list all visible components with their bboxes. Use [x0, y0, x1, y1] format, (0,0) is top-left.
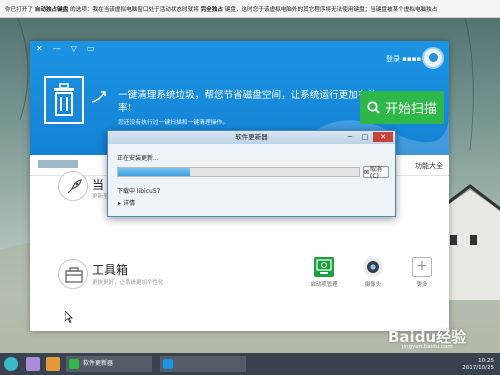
login-label: 登录 [386, 55, 400, 63]
rocket-icon [58, 171, 88, 201]
avatar[interactable] [422, 47, 444, 69]
camera-label: 摄像头 [364, 282, 382, 288]
dialog-minimize-icon[interactable]: ─ [343, 132, 357, 142]
cleaner-taskbar-icon [163, 359, 173, 369]
updater-taskbar-icon [69, 359, 79, 369]
notice-text-1: 你已打开了 [5, 6, 33, 13]
window-controls: ✕ — ▽ ▭ [36, 44, 94, 53]
magnifier-icon [367, 101, 380, 114]
toolbox-subtitle: 更快更好，让系统更加个性化 [92, 280, 164, 286]
dialog-maximize-icon[interactable]: □ [358, 132, 372, 142]
tab-all-features[interactable]: 功能大全 [415, 161, 443, 171]
taskbar-item-cleaner[interactable] [160, 356, 246, 372]
minimize-icon[interactable]: — [53, 44, 61, 53]
more-label: 更多 [416, 282, 428, 288]
camera-tool[interactable]: 摄像头 [358, 257, 388, 288]
startup-manager-label: 启动项管理 [310, 282, 338, 288]
subline: 您还没有执行过一键扫描和一键清理操作。 [118, 120, 229, 126]
cancel-button[interactable]: ⊠ 取消(C) [363, 166, 389, 180]
app-launcher-icon[interactable] [46, 357, 60, 371]
taskbar: 软件更新器 10:25 2017/10/25 [0, 353, 500, 375]
more-tools[interactable]: + 更多 [407, 257, 437, 288]
dialog-close-icon[interactable]: ✕ [373, 132, 393, 142]
trash-icon [44, 76, 84, 124]
close-icon[interactable]: ✕ [36, 44, 43, 53]
start-scan-button[interactable]: 开始扫描 [360, 91, 444, 124]
mouse-cursor-icon [64, 310, 73, 325]
expand-triangle-icon: ▸ [118, 200, 122, 207]
dialog-title: 软件更新器 [235, 133, 268, 141]
webcam-icon [363, 257, 383, 277]
start-menu-icon[interactable] [4, 357, 18, 371]
plus-icon: + [412, 257, 432, 277]
details-label: 详情 [122, 200, 135, 207]
menu-icon[interactable]: ▽ [71, 44, 77, 53]
clock-date: 2017/10/25 [462, 365, 494, 371]
notice-text-2: 自动独占键盘 [34, 6, 69, 13]
power-icon [314, 257, 334, 277]
taskbar-item-label: 软件更新器 [83, 360, 114, 367]
login-link[interactable]: 登录 ▪▪▪▪ [386, 54, 421, 64]
install-status: 正在安装更新... [117, 155, 159, 162]
dialog-titlebar: 软件更新器 ─ □ ✕ [108, 131, 395, 144]
arrow-decoration-icon [91, 91, 106, 103]
headline: 一键清理系统垃圾，帮您节省磁盘空间，让系统运行更加有效率! [118, 90, 378, 114]
toolbox-icon [58, 259, 88, 289]
baidu-watermark-url: jingyan.baidu.com [402, 344, 453, 350]
restore-icon[interactable]: ▭ [87, 44, 95, 53]
cancel-label: 取消(C) [370, 166, 383, 180]
files-icon[interactable] [26, 357, 40, 371]
download-status: 下载中 libicu57 [117, 188, 161, 195]
toolbox-title[interactable]: 工具箱 [92, 261, 128, 278]
update-row-title[interactable]: 当 [92, 176, 104, 193]
taskbar-item-software-updater[interactable]: 软件更新器 [66, 356, 152, 372]
details-toggle[interactable]: ▸ 详情 [118, 198, 135, 207]
install-progress-bar [117, 167, 360, 177]
software-updater-dialog: 软件更新器 ─ □ ✕ 正在安装更新... ⊠ 取消(C) 下载中 libicu… [107, 130, 396, 217]
clock-time: 10:25 [478, 358, 494, 364]
cancel-icon: ⊠ [364, 168, 370, 176]
notice-text-4: 完全独占 [200, 6, 223, 13]
start-scan-label: 开始扫描 [384, 102, 437, 117]
notice-text-5: 键盘，这时您于该虚拟电脑外的其它程序将无法使用键盘；当键盘被某个虚拟电脑独占 [224, 6, 438, 13]
notice-text-3: 的选项：我在当该虚拟电脑窗口处于活动状态时就将 [70, 6, 199, 13]
keyboard-capture-notice: 你已打开了 自动独占键盘 的选项：我在当该虚拟电脑窗口处于活动状态时就将 完全独… [0, 0, 500, 18]
progress-fill [118, 168, 191, 176]
tab-home[interactable] [38, 160, 78, 168]
system-clock[interactable]: 10:25 2017/10/25 [462, 358, 494, 372]
startup-manager-tool[interactable]: 启动项管理 [309, 257, 339, 288]
